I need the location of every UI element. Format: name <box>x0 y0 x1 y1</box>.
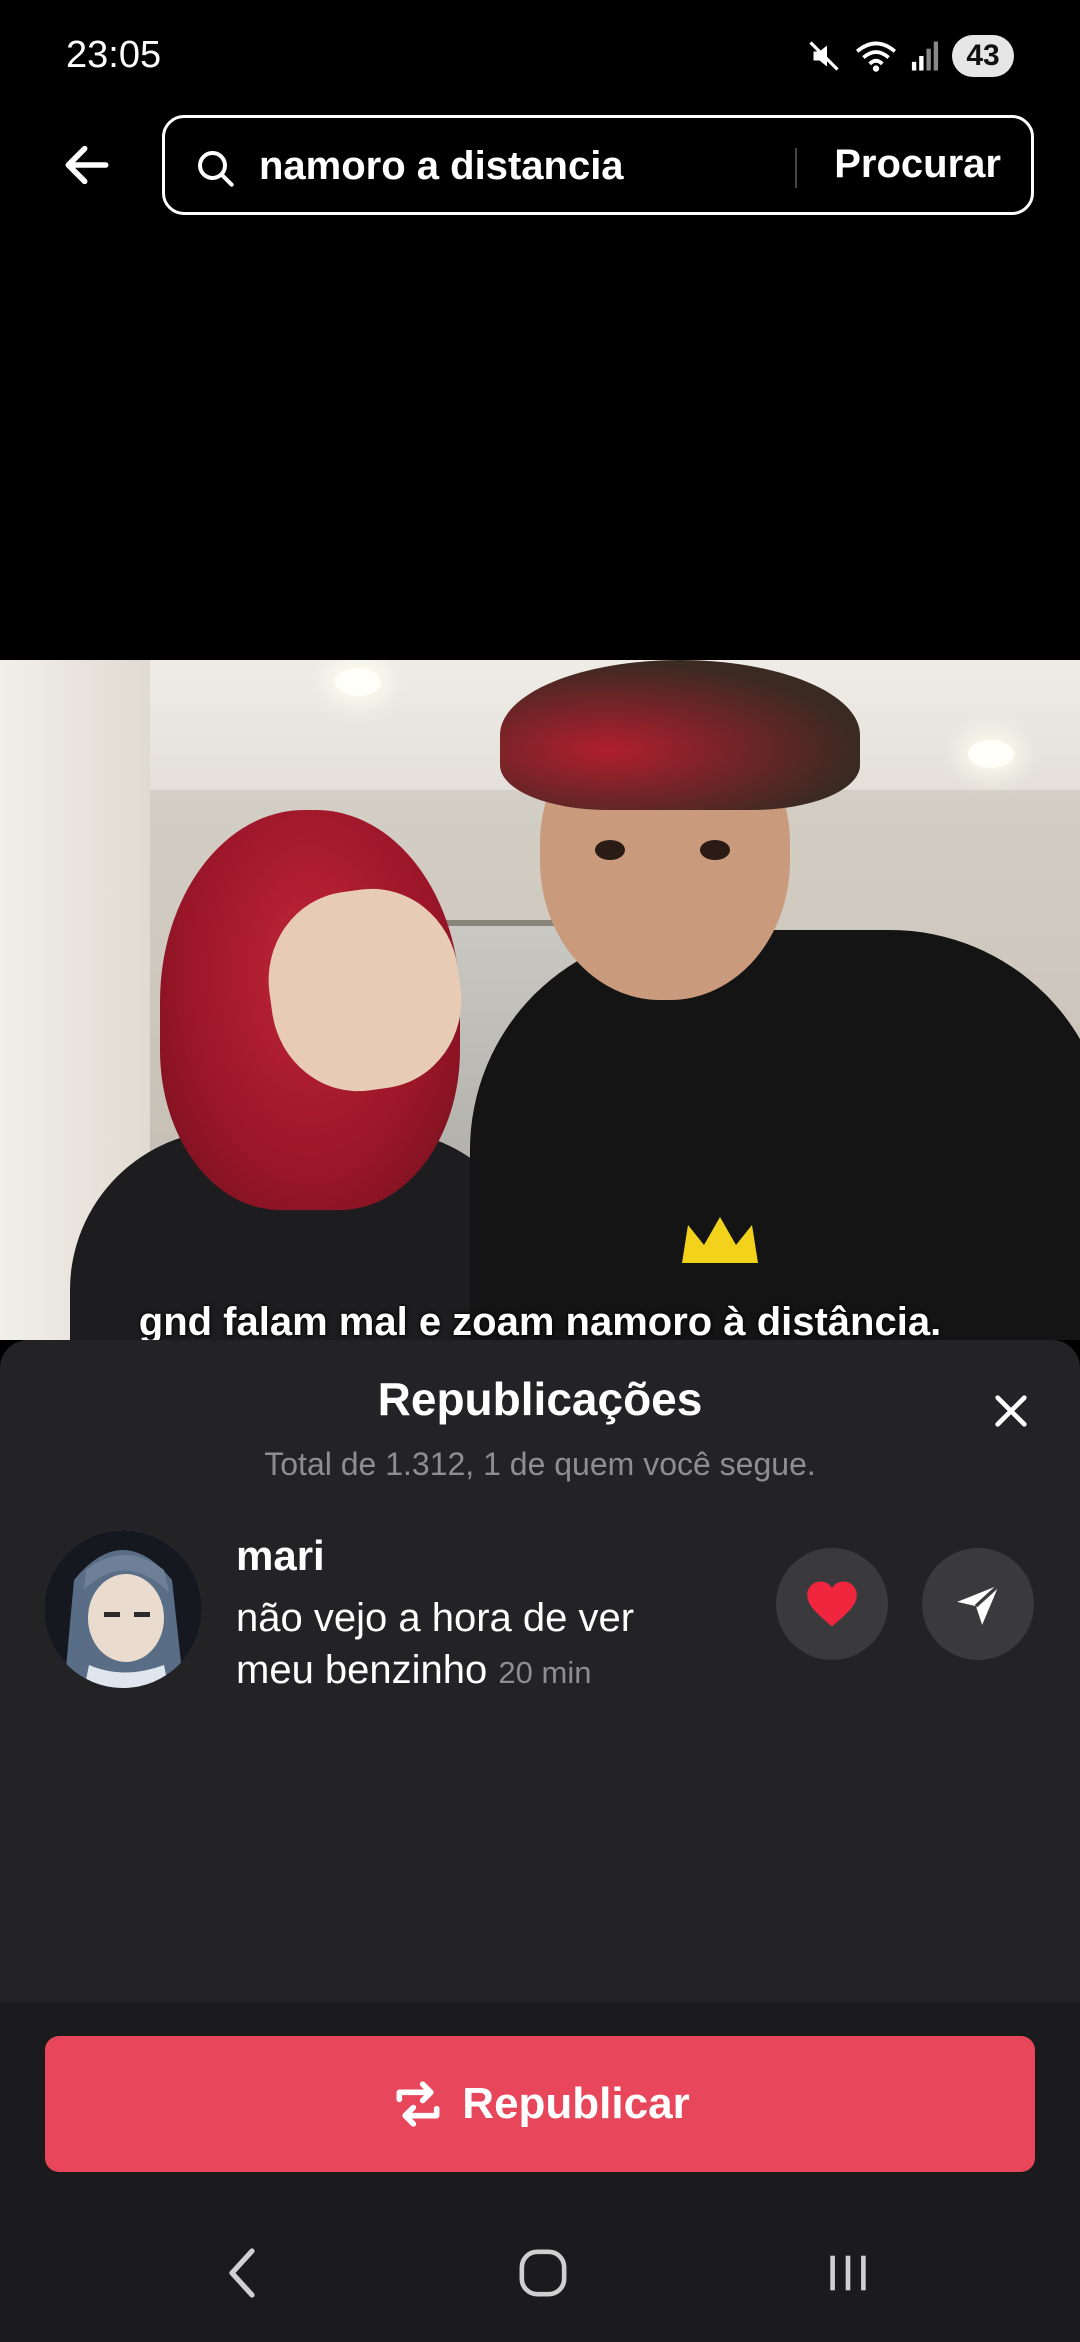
send-icon <box>957 1584 1000 1625</box>
search-box[interactable]: Procurar <box>162 115 1034 215</box>
video-caption: gnd falam mal e zoam namoro à distância. <box>138 1300 942 1340</box>
list-item[interactable]: mari não vejo a hora de ver meu benzinho… <box>0 1530 1080 1730</box>
ceiling-light <box>968 740 1014 768</box>
arrow-left-icon <box>65 145 109 185</box>
close-icon <box>995 1395 1027 1427</box>
wifi-icon <box>854 38 898 74</box>
signal-icon <box>910 40 940 72</box>
nav-home-button[interactable] <box>503 2238 583 2308</box>
search-header: Procurar <box>0 110 1080 220</box>
nav-back-button[interactable] <box>202 2238 282 2308</box>
ceiling-light <box>335 668 381 696</box>
recents-icon <box>830 2255 866 2291</box>
search-input[interactable] <box>259 136 839 196</box>
avatar[interactable] <box>44 1530 202 1688</box>
video-player[interactable]: gnd falam mal e zoam namoro à distância. <box>0 660 1080 1340</box>
home-icon <box>519 2249 567 2297</box>
repost-username[interactable]: mari <box>236 1532 325 1580</box>
like-button[interactable] <box>776 1548 888 1660</box>
repost-button-label: Republicar <box>462 2079 690 2128</box>
status-icons: 43 <box>806 34 1014 78</box>
close-button[interactable] <box>986 1386 1036 1436</box>
repost-message: não vejo a hora de ver meu benzinho 20 m… <box>236 1592 706 1699</box>
heart-icon <box>807 1581 857 1627</box>
sheet-title: Republicações <box>377 1373 703 1425</box>
reposts-sheet: Republicações Total de 1.312, 1 de quem … <box>0 1340 1080 2342</box>
eye <box>595 840 625 860</box>
search-icon <box>198 151 234 187</box>
navigation-bar <box>0 2200 1080 2340</box>
battery-indicator: 43 <box>952 35 1014 77</box>
repost-icon <box>396 2081 440 2127</box>
repost-button[interactable]: Republicar <box>45 2036 1035 2172</box>
person-right-hair <box>500 660 860 810</box>
crown-icon <box>682 1217 758 1263</box>
status-time: 23:05 <box>66 34 162 76</box>
repost-time: 20 min <box>498 1655 592 1690</box>
eye <box>700 840 730 860</box>
search-divider <box>795 148 797 188</box>
avatar-image <box>44 1530 202 1688</box>
nav-recents-button[interactable] <box>808 2238 888 2308</box>
person-right-body <box>470 930 1080 1340</box>
chevron-left-icon <box>229 2248 255 2298</box>
search-submit-button[interactable]: Procurar <box>834 142 1001 187</box>
back-button[interactable] <box>52 130 122 200</box>
status-bar: 23:05 43 <box>0 0 1080 110</box>
mute-icon <box>806 38 842 74</box>
sheet-subtitle: Total de 1.312, 1 de quem você segue. <box>264 1446 816 1482</box>
send-button[interactable] <box>922 1548 1034 1660</box>
